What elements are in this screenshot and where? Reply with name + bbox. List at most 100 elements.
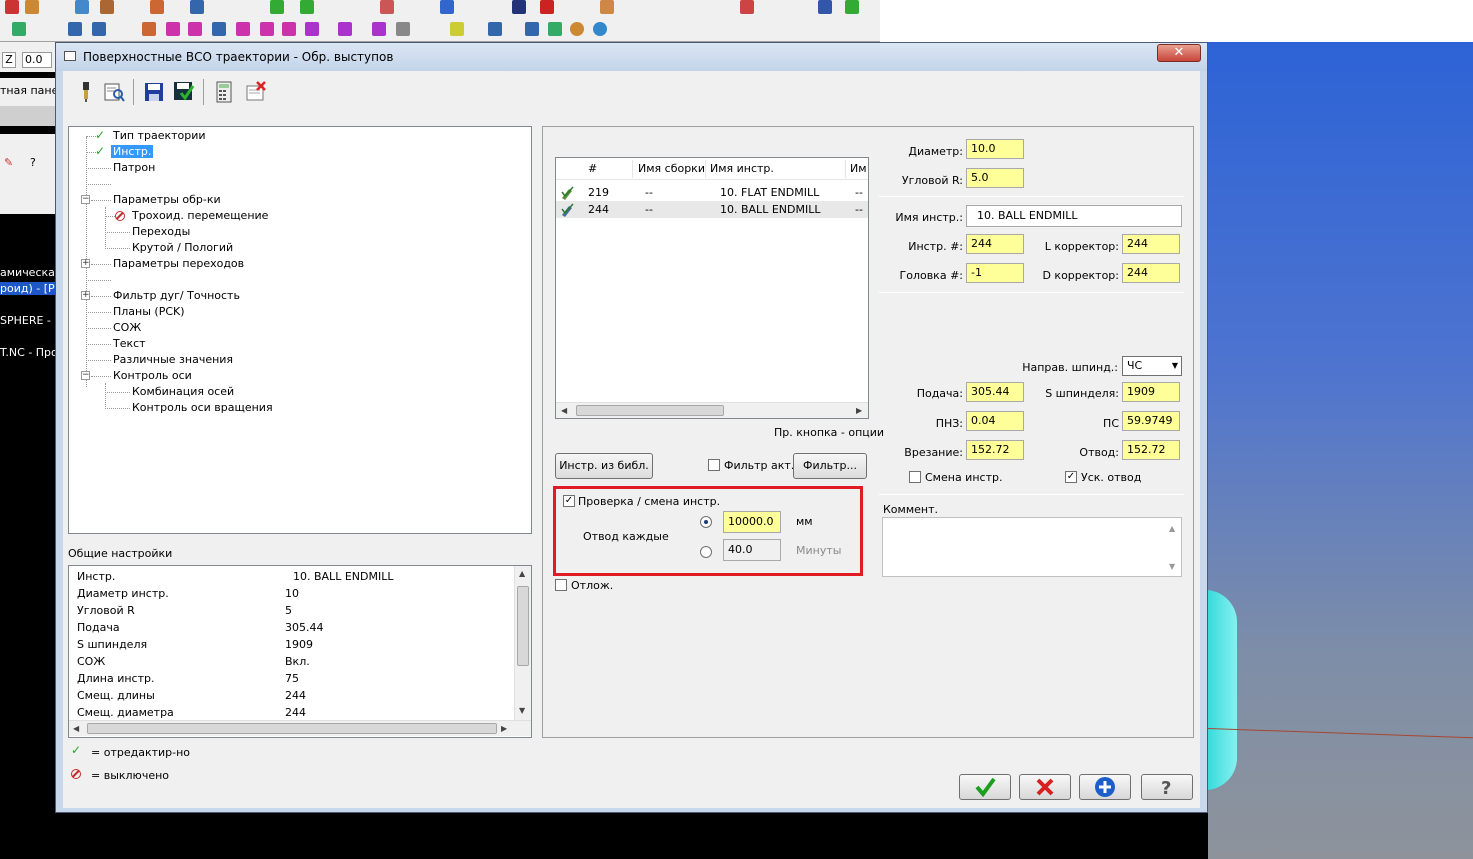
- tree-item-passes[interactable]: Переходы: [132, 225, 190, 238]
- col-assembly[interactable]: Имя сборки: [638, 162, 705, 175]
- tree-item-text[interactable]: Текст: [113, 337, 146, 350]
- diameter-input[interactable]: 10.0: [966, 139, 1024, 159]
- toolbar-icon[interactable]: [212, 22, 226, 36]
- comment-textarea[interactable]: ▲ ▼: [882, 517, 1182, 577]
- vertical-scrollbar[interactable]: ▲ ▼: [514, 566, 531, 720]
- toolbar-icon[interactable]: [150, 0, 164, 14]
- length-offset-input[interactable]: 244: [1122, 234, 1180, 254]
- table-row[interactable]: 244 -- 10. BALL ENDMILL --: [556, 201, 868, 218]
- horizontal-scrollbar[interactable]: ◀ ▶: [69, 720, 531, 736]
- delete-icon[interactable]: [243, 79, 269, 105]
- toolbar-icon[interactable]: [570, 22, 584, 36]
- col-extra[interactable]: Им: [850, 162, 867, 175]
- operation-item[interactable]: T.NC - Про: [0, 346, 55, 359]
- toolbar-icon[interactable]: [600, 0, 614, 14]
- toolbar-icon[interactable]: [548, 22, 562, 36]
- tree-item-axis-control[interactable]: Контроль оси: [113, 369, 192, 382]
- toolbar-icon[interactable]: [236, 22, 250, 36]
- toolbar-icon[interactable]: [338, 22, 352, 36]
- toolbar-icon[interactable]: [450, 22, 464, 36]
- operation-item[interactable]: амическая: [0, 266, 55, 279]
- ok-button[interactable]: [959, 774, 1011, 800]
- fast-retract-checkbox[interactable]: ✓: [1065, 471, 1077, 483]
- spindle-speed-input[interactable]: 1909: [1122, 382, 1180, 402]
- toolbar-icon[interactable]: [68, 22, 82, 36]
- preview-icon[interactable]: [101, 79, 127, 105]
- toolbar-icon[interactable]: [12, 22, 26, 36]
- tool-list[interactable]: # Имя сборки Имя инстр. Им 219 -- 10. FL…: [555, 157, 869, 419]
- help-button[interactable]: ?: [1141, 774, 1193, 800]
- toolbar-icon[interactable]: [25, 0, 39, 14]
- tree-item-planes[interactable]: Планы (PCK): [113, 305, 185, 318]
- toolbar-icon[interactable]: [740, 0, 754, 14]
- title-bar[interactable]: Поверхностные ВСО траектории - Обр. выст…: [56, 43, 1207, 71]
- toolbar-icon[interactable]: [512, 0, 526, 14]
- toolbar-icon[interactable]: [488, 22, 502, 36]
- tool-change-checkbox[interactable]: [909, 471, 921, 483]
- feed-input[interactable]: 305.44: [966, 382, 1024, 402]
- operation-item[interactable]: SPHERE -: [0, 314, 55, 327]
- toolbar-icon[interactable]: [396, 22, 410, 36]
- toolbar-icon[interactable]: [305, 22, 319, 36]
- tree-item-holder[interactable]: Патрон: [113, 161, 155, 174]
- expand-icon[interactable]: +: [81, 291, 90, 300]
- tree-item-misc-values[interactable]: Различные значения: [113, 353, 233, 366]
- tree-item-cut-params[interactable]: Параметры обр-ки: [113, 193, 221, 206]
- tree-item-arc-filter[interactable]: Фильтр дуг/ Точность: [113, 289, 240, 302]
- tool-icon[interactable]: [73, 79, 99, 105]
- toolbar-icon[interactable]: [282, 22, 296, 36]
- toolbar-icon[interactable]: [260, 22, 274, 36]
- col-tool-name[interactable]: Имя инстр.: [710, 162, 774, 175]
- toolbar-icon[interactable]: [372, 22, 386, 36]
- corner-radius-input[interactable]: 5.0: [966, 168, 1024, 188]
- toolbar-icon[interactable]: [166, 22, 180, 36]
- toolbar-icon[interactable]: [75, 0, 89, 14]
- distance-input[interactable]: 10000.0: [723, 511, 781, 533]
- tool-number-input[interactable]: 244: [966, 234, 1024, 254]
- toolbar-icon[interactable]: [593, 22, 607, 36]
- toolbar-icon[interactable]: [845, 0, 859, 14]
- tree-item-tool[interactable]: Инстр.: [111, 145, 154, 158]
- tool-name-input[interactable]: 10. BALL ENDMILL: [966, 205, 1182, 227]
- tree-item-link-params[interactable]: Параметры переходов: [113, 257, 244, 270]
- toolbar-icon[interactable]: [270, 0, 284, 14]
- tree-item-coolant[interactable]: СОЖ: [113, 321, 141, 334]
- save-icon[interactable]: [141, 79, 167, 105]
- collapse-icon[interactable]: −: [81, 371, 90, 380]
- z-value-field[interactable]: 0.0: [22, 52, 52, 68]
- toolbar-icon[interactable]: [190, 0, 204, 14]
- toolbar-icon[interactable]: [440, 0, 454, 14]
- close-button[interactable]: ✕: [1157, 44, 1201, 62]
- parameter-tree[interactable]: ✓ Тип траектории ✓ Инстр. Патрон − Парам…: [68, 126, 532, 534]
- filter-button[interactable]: Фильтр...: [793, 453, 867, 479]
- entry-input[interactable]: 152.72: [966, 440, 1024, 460]
- distance-radio[interactable]: [700, 516, 712, 528]
- retract-input[interactable]: 152.72: [1122, 440, 1180, 460]
- time-radio[interactable]: [700, 546, 712, 558]
- toolbar-icon[interactable]: [540, 0, 554, 14]
- table-row[interactable]: 219 -- 10. FLAT ENDMILL --: [556, 184, 868, 201]
- expand-icon[interactable]: +: [81, 259, 90, 268]
- time-input[interactable]: 40.0: [723, 539, 781, 561]
- head-number-input[interactable]: -1: [966, 263, 1024, 283]
- tree-item-trochoidal[interactable]: Трохоид. перемещение: [132, 209, 268, 222]
- defer-checkbox[interactable]: [555, 579, 567, 591]
- spindle-direction-select[interactable]: ЧС ▼: [1122, 356, 1182, 376]
- operation-item[interactable]: роид) - [PCK: [0, 282, 55, 295]
- diameter-offset-input[interactable]: 244: [1122, 263, 1180, 283]
- plunge-input[interactable]: 0.04: [966, 411, 1024, 431]
- tree-item-axis-combination[interactable]: Комбинация осей: [132, 385, 234, 398]
- toolbar-icon[interactable]: [100, 0, 114, 14]
- toolbar-icon[interactable]: [380, 0, 394, 14]
- collapse-icon[interactable]: −: [81, 195, 90, 204]
- toolbar-icon[interactable]: [5, 0, 19, 14]
- toolbar-icon[interactable]: [92, 22, 106, 36]
- col-num[interactable]: #: [588, 162, 597, 175]
- tree-item-rotary-axis-control[interactable]: Контроль оси вращения: [132, 401, 273, 414]
- tree-item-trajectory-type[interactable]: Тип траектории: [113, 129, 206, 142]
- tree-item-steep-shallow[interactable]: Крутой / Пологий: [132, 241, 233, 254]
- horizontal-scrollbar[interactable]: ◀ ▶: [556, 402, 868, 418]
- check-change-checkbox[interactable]: ✓: [563, 495, 575, 507]
- general-settings-list[interactable]: Инстр. 10. BALL ENDMILL Диаметр инстр. 1…: [68, 565, 532, 738]
- save-all-icon[interactable]: [171, 79, 197, 105]
